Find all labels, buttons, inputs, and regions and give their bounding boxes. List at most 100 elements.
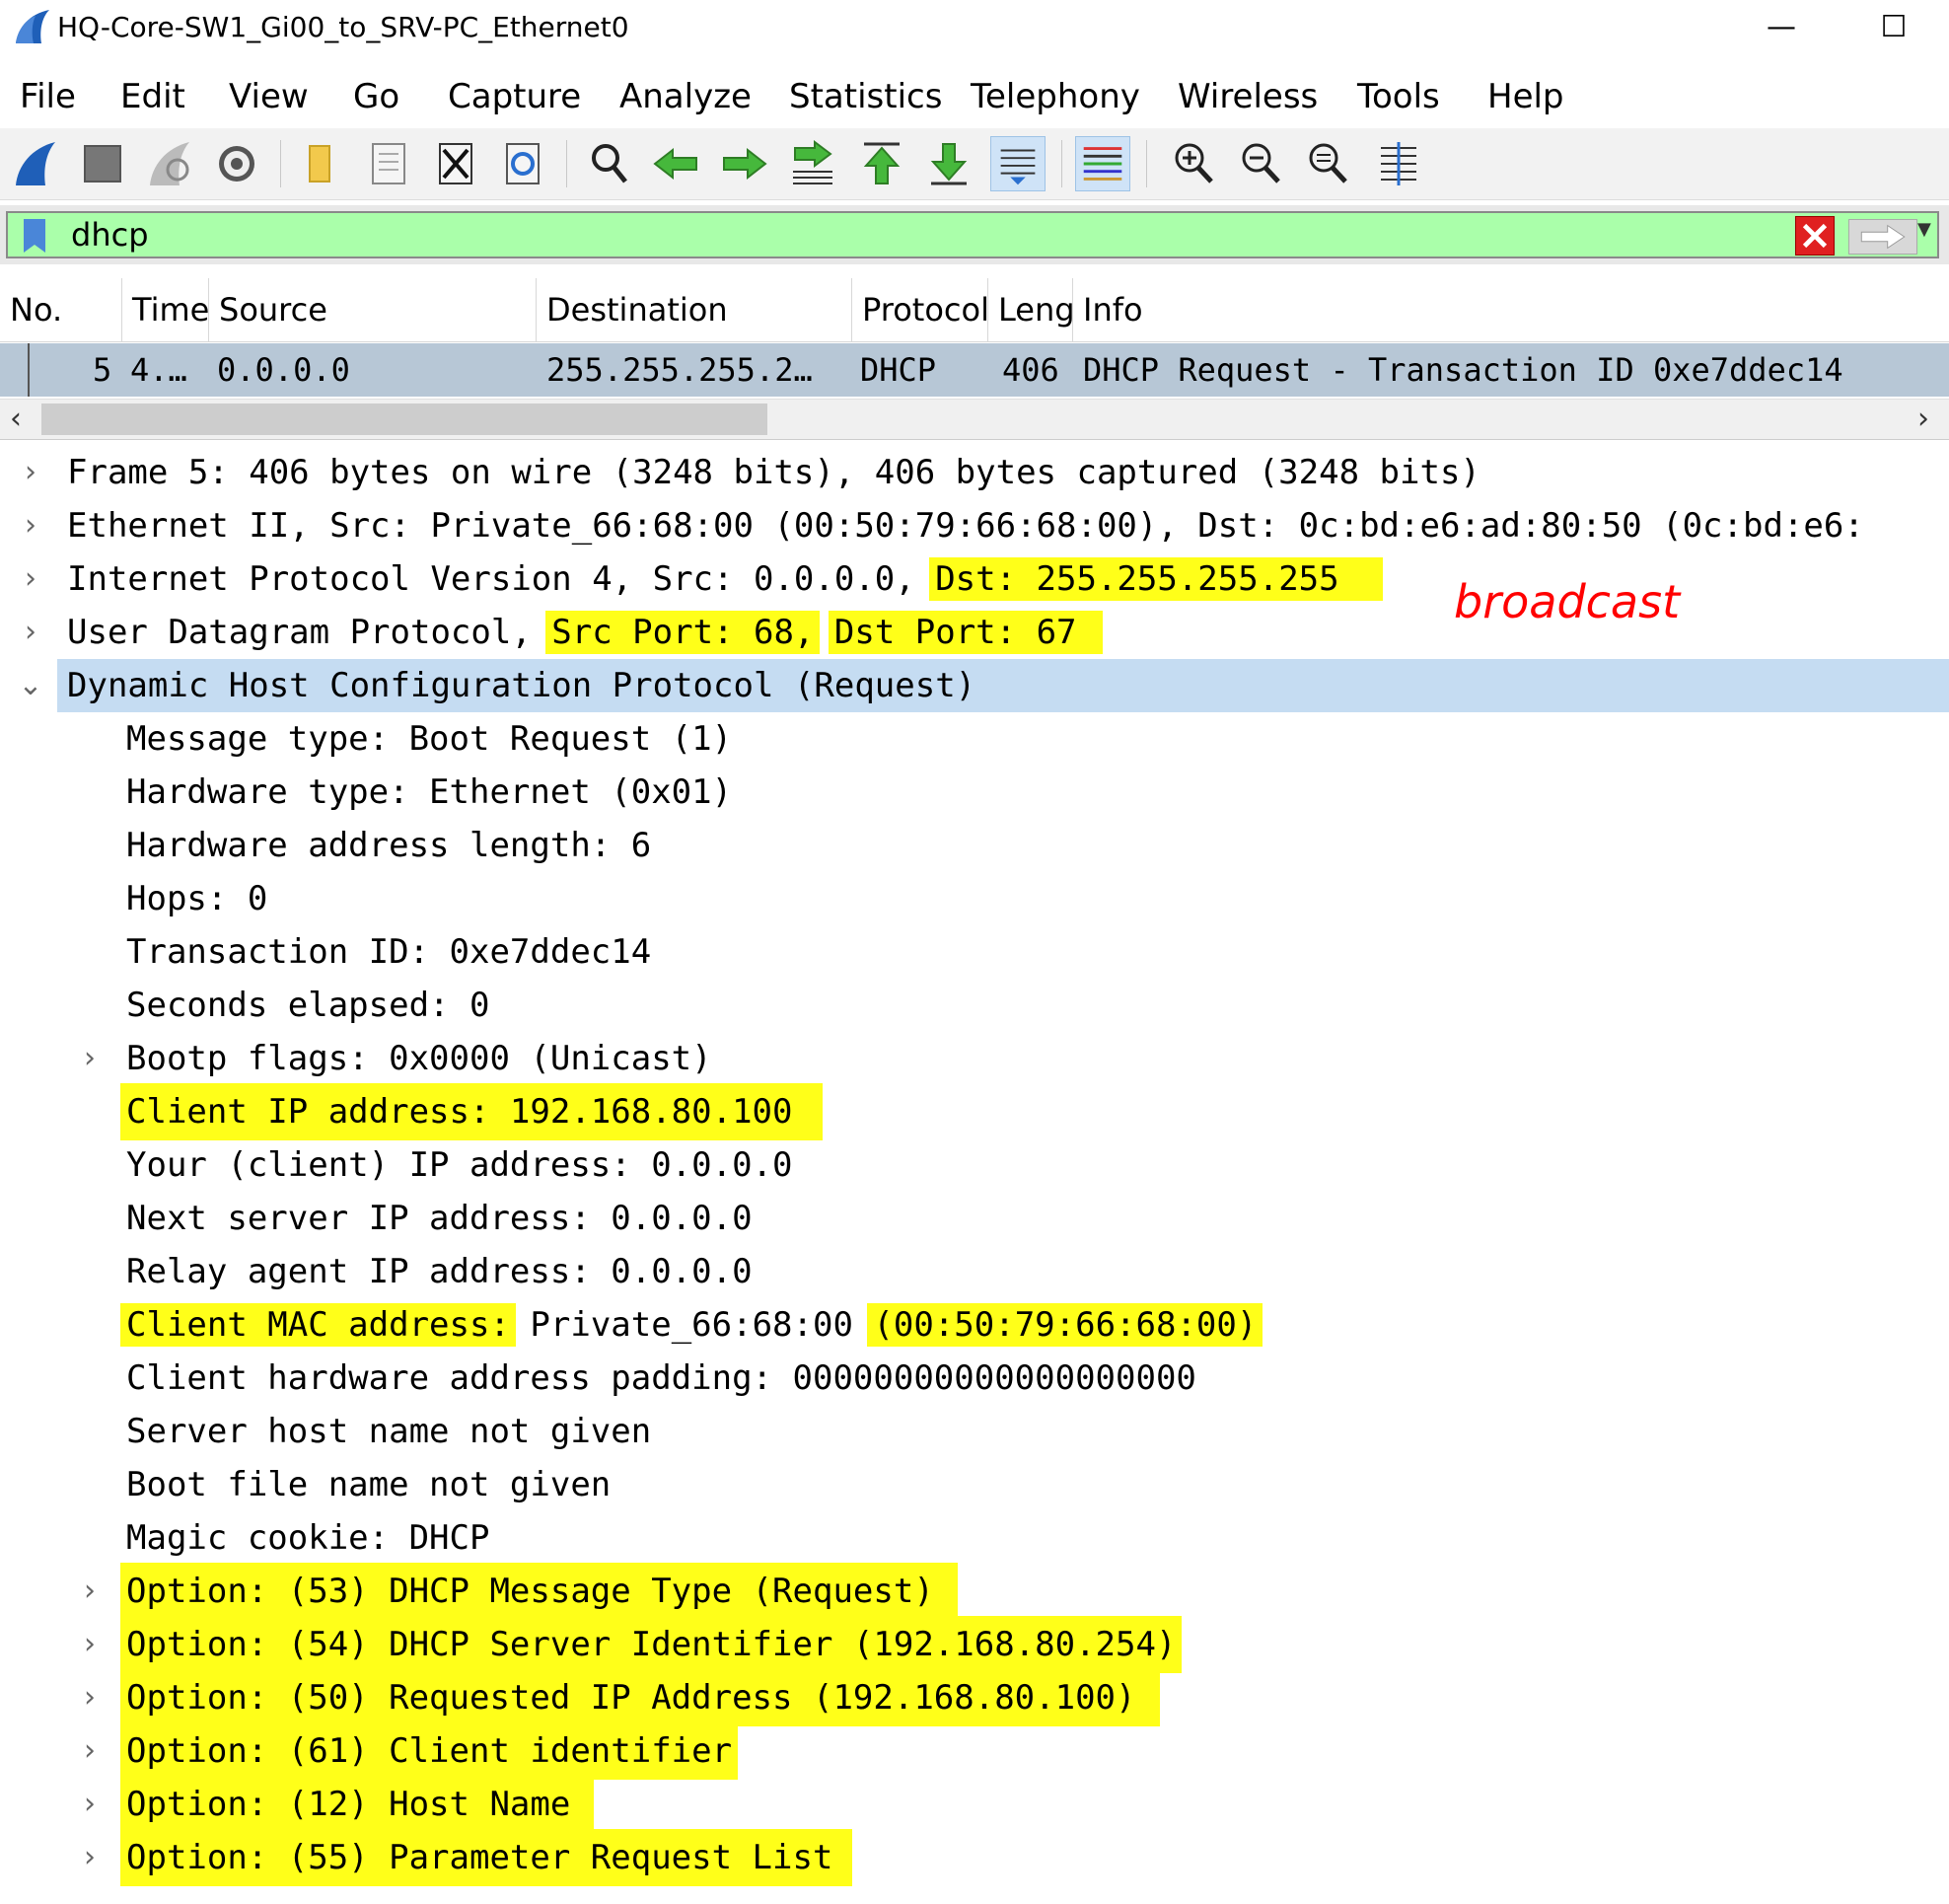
chevron-right-icon[interactable]: › <box>75 1671 105 1724</box>
scrollbar-thumb[interactable] <box>41 403 767 435</box>
tree-option-54[interactable]: › Option: (54) DHCP Server Identifier (1… <box>0 1616 1949 1673</box>
last-packet-icon[interactable] <box>921 136 976 191</box>
display-filter-bar: dhcp ▼ <box>0 205 1949 264</box>
shark-fin-start-icon[interactable] <box>8 136 63 191</box>
column-header-no[interactable]: No. <box>0 278 122 341</box>
reload-file-icon[interactable] <box>495 136 550 191</box>
chevron-down-icon[interactable]: ⌄ <box>16 659 45 712</box>
scroll-left-icon[interactable]: ‹ <box>10 400 22 439</box>
minimize-button[interactable]: — <box>1752 8 1811 47</box>
restart-fin-icon[interactable] <box>142 136 197 191</box>
tree-option-55[interactable]: › Option: (55) Parameter Request List <box>0 1829 1949 1886</box>
column-header-source[interactable]: Source <box>209 278 537 341</box>
tree-field[interactable]: Relay agent IP address: 0.0.0.0 <box>0 1245 1949 1298</box>
tree-field[interactable]: Transaction ID: 0xe7ddec14 <box>0 925 1949 979</box>
colorize-icon[interactable] <box>1075 136 1130 191</box>
menu-tools[interactable]: Tools <box>1357 71 1440 122</box>
menu-view[interactable]: View <box>229 71 309 122</box>
menu-telephony[interactable]: Telephony <box>971 71 1140 122</box>
resize-columns-icon[interactable] <box>1371 136 1426 191</box>
tree-frame[interactable]: › Frame 5: 406 bytes on wire (3248 bits)… <box>0 446 1949 499</box>
tree-dhcp[interactable]: ⌄ Dynamic Host Configuration Protocol (R… <box>0 659 1949 712</box>
packet-length: 406 <box>1002 351 1059 389</box>
menu-edit[interactable]: Edit <box>120 71 185 122</box>
packet-list-hscrollbar[interactable]: ‹ › <box>0 399 1949 440</box>
column-header-length[interactable]: Length <box>988 278 1073 341</box>
column-header-destination[interactable]: Destination <box>537 278 852 341</box>
chevron-right-icon[interactable]: › <box>16 446 45 499</box>
tree-field[interactable]: Next server IP address: 0.0.0.0 <box>0 1192 1949 1245</box>
bookmark-icon[interactable] <box>16 217 53 255</box>
tree-option-61[interactable]: › Option: (61) Client identifier <box>0 1722 1949 1780</box>
zoom-out-icon[interactable] <box>1233 136 1288 191</box>
field-hops: Hops: 0 <box>126 879 268 918</box>
tree-field[interactable]: Hops: 0 <box>0 872 1949 925</box>
maximize-button[interactable]: ☐ <box>1864 8 1923 47</box>
tree-field[interactable]: Seconds elapsed: 0 <box>0 979 1949 1032</box>
tree-field[interactable]: Boot file name not given <box>0 1458 1949 1511</box>
close-file-icon[interactable] <box>428 136 483 191</box>
tree-ethernet[interactable]: › Ethernet II, Src: Private_66:68:00 (00… <box>0 499 1949 552</box>
open-folder-icon[interactable] <box>294 136 349 191</box>
auto-scroll-icon[interactable] <box>990 136 1046 191</box>
chevron-right-icon[interactable]: › <box>75 1565 105 1618</box>
go-to-packet-icon[interactable] <box>785 136 840 191</box>
chevron-right-icon[interactable]: › <box>75 1618 105 1671</box>
first-packet-icon[interactable] <box>854 136 909 191</box>
tree-option-12[interactable]: › Option: (12) Host Name <box>0 1776 1949 1833</box>
chevron-right-icon[interactable]: › <box>16 552 45 606</box>
chevron-right-icon[interactable]: › <box>75 1032 105 1085</box>
display-filter-input[interactable]: dhcp <box>6 211 1939 258</box>
menu-wireless[interactable]: Wireless <box>1178 71 1318 122</box>
menu-statistics[interactable]: Statistics <box>789 71 942 122</box>
menu-capture[interactable]: Capture <box>448 71 581 122</box>
chevron-right-icon[interactable]: › <box>75 1778 105 1831</box>
field-server-host: Server host name not given <box>126 1412 652 1451</box>
tree-option-53[interactable]: › Option: (53) DHCP Message Type (Reques… <box>0 1563 1949 1620</box>
find-magnifier-icon[interactable] <box>582 136 637 191</box>
chevron-right-icon[interactable]: › <box>16 606 45 659</box>
packet-row-selected[interactable]: 5 4.… 0.0.0.0 255.255.255.2… DHCP 406 DH… <box>0 343 1949 397</box>
go-back-arrow-icon[interactable] <box>649 136 704 191</box>
tree-field[interactable]: Your (client) IP address: 0.0.0.0 <box>0 1138 1949 1192</box>
tree-field[interactable]: Client MAC address: Private_66:68:00 (00… <box>0 1298 1949 1352</box>
tree-field-bootp-flags[interactable]: › Bootp flags: 0x0000 (Unicast) <box>0 1032 1949 1085</box>
option-54-highlight: Option: (54) DHCP Server Identifier (192… <box>120 1616 1183 1673</box>
go-forward-arrow-icon[interactable] <box>716 136 771 191</box>
menu-file[interactable]: File <box>20 71 76 122</box>
tree-field[interactable]: Client hardware address padding: 0000000… <box>0 1352 1949 1405</box>
menu-go[interactable]: Go <box>353 71 399 122</box>
clear-filter-icon[interactable] <box>1795 216 1835 256</box>
column-header-time[interactable]: Time <box>122 278 209 341</box>
capture-options-gear-icon[interactable] <box>209 136 264 191</box>
open-file-icon[interactable] <box>361 136 416 191</box>
zoom-in-icon[interactable] <box>1166 136 1221 191</box>
field-hw-padding: Client hardware address padding: 0000000… <box>126 1358 1196 1398</box>
tree-option-50[interactable]: › Option: (50) Requested IP Address (192… <box>0 1669 1949 1726</box>
chevron-right-icon[interactable]: › <box>75 1724 105 1778</box>
menu-analyze[interactable]: Analyze <box>619 71 752 122</box>
tree-field[interactable]: Client IP address: 192.168.80.100 <box>0 1083 1949 1140</box>
tree-field[interactable]: Hardware type: Ethernet (0x01) <box>0 766 1949 819</box>
scroll-right-icon[interactable]: › <box>1917 400 1929 439</box>
chevron-right-icon[interactable]: › <box>16 499 45 552</box>
display-filter-text[interactable]: dhcp <box>71 213 149 256</box>
chevron-right-icon[interactable]: › <box>75 1831 105 1884</box>
apply-filter-arrow-icon[interactable] <box>1848 219 1917 255</box>
tree-field[interactable]: Message type: Boot Request (1) <box>0 712 1949 766</box>
field-hardware-type: Hardware type: Ethernet (0x01) <box>126 772 733 812</box>
normal-size-icon[interactable] <box>1300 136 1355 191</box>
client-mac-value-highlight: (00:50:79:66:68:00) <box>867 1303 1263 1347</box>
tree-field[interactable]: Hardware address length: 6 <box>0 819 1949 872</box>
broadcast-annotation-text: broadcast <box>1454 575 1682 628</box>
field-transaction-id: Transaction ID: 0xe7ddec14 <box>126 932 652 972</box>
tree-field[interactable]: Magic cookie: DHCP <box>0 1511 1949 1565</box>
stop-square-icon[interactable] <box>75 136 130 191</box>
filter-dropdown-icon[interactable]: ▼ <box>1917 219 1931 240</box>
menu-help[interactable]: Help <box>1487 71 1564 122</box>
column-header-protocol[interactable]: Protocol <box>852 278 988 341</box>
column-header-info[interactable]: Info <box>1073 278 1949 341</box>
packet-details-tree: › Frame 5: 406 bytes on wire (3248 bits)… <box>0 446 1949 1904</box>
toolbar-separator <box>280 140 281 187</box>
tree-field[interactable]: Server host name not given <box>0 1405 1949 1458</box>
